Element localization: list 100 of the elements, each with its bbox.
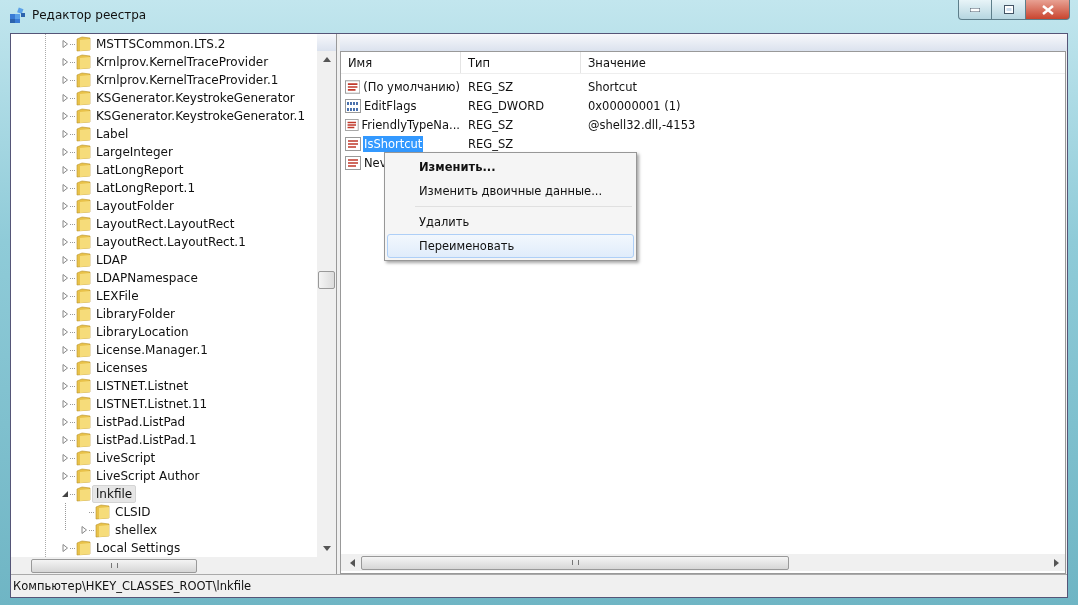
expand-icon[interactable]: [61, 40, 69, 48]
vertical-scrollbar[interactable]: [317, 51, 336, 557]
folder-icon: [76, 396, 91, 412]
tree-item[interactable]: LayoutFolder: [92, 197, 178, 215]
tree-item[interactable]: License.Manager.1: [92, 341, 212, 359]
tree-item[interactable]: CLSID: [111, 503, 155, 521]
tree-item[interactable]: LibraryLocation: [92, 323, 193, 341]
tree-item[interactable]: LayoutRect.LayoutRect.1: [92, 233, 250, 251]
expand-icon[interactable]: [61, 130, 69, 138]
expand-icon[interactable]: [61, 400, 69, 408]
tree-item[interactable]: LiveScript Author: [92, 467, 204, 485]
expand-icon[interactable]: [61, 202, 69, 210]
maximize-button[interactable]: [992, 0, 1026, 20]
tree-item[interactable]: lnkfile: [92, 485, 137, 503]
expand-icon[interactable]: [61, 472, 69, 480]
value-data: @shell32.dll,-4153: [588, 117, 696, 132]
status-path: Компьютер\HKEY_CLASSES_ROOT\lnkfile: [13, 579, 252, 593]
minimize-button[interactable]: [958, 0, 992, 20]
tree-item[interactable]: KSGenerator.KeystrokeGenerator.1: [92, 107, 310, 125]
scroll-left-icon[interactable]: [350, 558, 355, 567]
expand-icon[interactable]: [61, 436, 69, 444]
tree-item[interactable]: Licenses: [92, 359, 152, 377]
tree-item[interactable]: Label: [92, 125, 133, 143]
scroll-right-icon[interactable]: [1054, 558, 1059, 567]
expand-icon[interactable]: [61, 346, 69, 354]
column-header[interactable]: Имя: [341, 52, 461, 73]
expand-icon[interactable]: [80, 526, 88, 534]
tree-item[interactable]: MSTTSCommon.LTS.2: [92, 35, 230, 53]
value-name[interactable]: (По умолчанию): [362, 78, 461, 95]
expand-icon[interactable]: [61, 454, 69, 462]
expand-icon[interactable]: [61, 364, 69, 372]
tree-item[interactable]: LayoutRect.LayoutRect: [92, 215, 239, 233]
tree-item[interactable]: Krnlprov.KernelTraceProvider.1: [92, 71, 283, 89]
value-data: 0x00000001 (1): [588, 98, 681, 113]
tree-item[interactable]: LatLongReport.1: [92, 179, 199, 197]
tree-item[interactable]: LibraryFolder: [92, 305, 180, 323]
tree-item[interactable]: LDAPNamespace: [92, 269, 202, 287]
folder-icon: [76, 378, 91, 394]
tree-item[interactable]: ListPad.ListPad.1: [92, 431, 201, 449]
folder-icon: [76, 144, 91, 160]
expand-icon[interactable]: [61, 292, 69, 300]
folder-icon: [76, 360, 91, 376]
expand-icon[interactable]: [61, 166, 69, 174]
expand-icon[interactable]: [61, 238, 69, 246]
tree-item[interactable]: shellex: [111, 521, 162, 539]
folder-icon: [76, 198, 91, 214]
expand-icon[interactable]: [61, 256, 69, 264]
horizontal-scrollbar[interactable]: [11, 557, 336, 574]
value-name[interactable]: FriendlyTypeNa...: [360, 116, 461, 133]
expand-icon[interactable]: [61, 94, 69, 102]
tree-item[interactable]: Krnlprov.KernelTraceProvider: [92, 53, 273, 71]
tree-item[interactable]: LatLongReport: [92, 161, 188, 179]
menu-item[interactable]: Изменить двоичные данные...: [387, 179, 634, 203]
column-header[interactable]: Значение: [581, 52, 1065, 73]
value-type: REG_SZ: [468, 117, 514, 132]
tree-item[interactable]: KSGenerator.KeystrokeGenerator: [92, 89, 299, 107]
expand-icon[interactable]: [61, 220, 69, 228]
menu-item[interactable]: Переименовать: [387, 234, 634, 258]
menu-item[interactable]: Изменить...: [387, 155, 634, 179]
expand-icon[interactable]: [61, 112, 69, 120]
tree-item[interactable]: LISTNET.Listnet: [92, 377, 193, 395]
tree-item[interactable]: ListPad.ListPad: [92, 413, 190, 431]
folder-icon: [76, 162, 91, 178]
expand-icon[interactable]: [61, 418, 69, 426]
string-value-icon: [345, 154, 361, 171]
folder-icon: [76, 108, 91, 124]
expand-icon[interactable]: [61, 544, 69, 552]
scroll-up-icon[interactable]: [322, 57, 331, 62]
horizontal-scrollbar[interactable]: [341, 554, 1065, 571]
tree-item[interactable]: LiveScript: [92, 449, 160, 467]
tree-item[interactable]: LISTNET.Listnet.11: [92, 395, 212, 413]
column-header[interactable]: Тип: [461, 52, 581, 73]
scrollbar-thumb[interactable]: [31, 558, 197, 573]
expand-icon[interactable]: [61, 184, 69, 192]
tree-item[interactable]: LDAP: [92, 251, 132, 269]
collapse-icon[interactable]: [61, 490, 69, 498]
scroll-down-icon[interactable]: [322, 546, 331, 551]
expand-icon[interactable]: [61, 328, 69, 336]
scrollbar-thumb[interactable]: [361, 555, 789, 570]
menu-item[interactable]: Удалить: [387, 210, 634, 234]
expand-icon[interactable]: [61, 274, 69, 282]
value-type: REG_SZ: [468, 136, 514, 151]
restore-icon: [1003, 5, 1014, 14]
tree-item[interactable]: LEXFile: [92, 287, 143, 305]
folder-icon: [76, 270, 91, 286]
expand-icon[interactable]: [61, 382, 69, 390]
expand-icon[interactable]: [61, 310, 69, 318]
folder-icon: [95, 522, 110, 538]
folder-icon: [76, 252, 91, 268]
scrollbar-thumb[interactable]: [318, 271, 335, 289]
folder-icon: [76, 432, 91, 448]
value-name[interactable]: EditFlags: [363, 97, 418, 114]
expand-icon[interactable]: [61, 148, 69, 156]
folder-icon: [76, 306, 91, 322]
folder-icon: [76, 126, 91, 142]
close-button[interactable]: [1026, 0, 1070, 20]
expand-icon[interactable]: [61, 76, 69, 84]
expand-icon[interactable]: [61, 58, 69, 66]
tree-item[interactable]: LargeInteger: [92, 143, 177, 161]
tree-item[interactable]: Local Settings: [92, 539, 185, 557]
